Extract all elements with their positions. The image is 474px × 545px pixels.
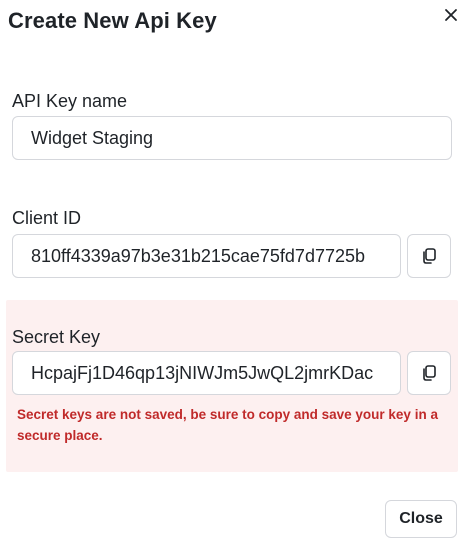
create-api-key-dialog: Create New Api Key API Key name Widget S… (0, 0, 474, 545)
secret-key-warning: Secret keys are not saved, be sure to co… (17, 407, 438, 443)
client-id-input[interactable]: 810ff4339a97b3e31b215cae75fd7d7725b (12, 234, 401, 278)
copy-icon (423, 365, 436, 381)
dialog-title: Create New Api Key (8, 8, 217, 33)
copy-secret-key-button[interactable] (407, 351, 451, 395)
close-button[interactable] (440, 4, 462, 26)
api-key-name-label: API Key name (12, 91, 128, 111)
copy-client-id-button[interactable] (407, 234, 451, 278)
api-key-name-input[interactable]: Widget Staging (12, 116, 452, 160)
client-id-label: Client ID (12, 208, 82, 228)
secret-key-input[interactable]: HcpajFj1D46qp13jNIWJm5JwQL2jmrKDac (12, 351, 401, 395)
copy-icon (423, 248, 436, 264)
close-dialog-button[interactable]: Close (385, 500, 457, 538)
close-icon (445, 9, 457, 21)
secret-key-label: Secret Key (12, 327, 101, 347)
